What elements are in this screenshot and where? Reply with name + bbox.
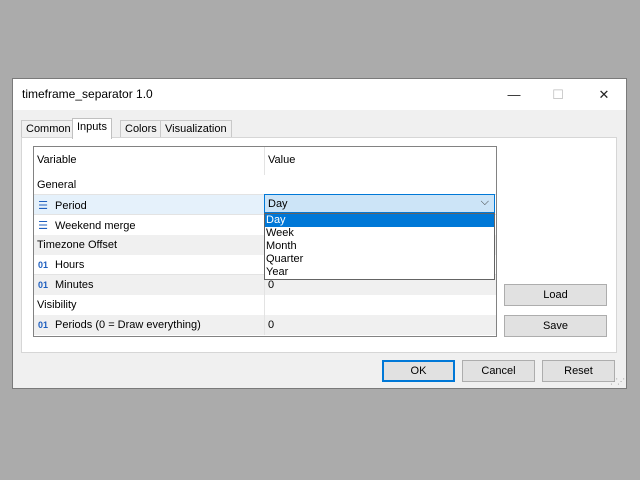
- value-cell: [264, 295, 496, 315]
- dropdown-option-day[interactable]: Day: [265, 214, 494, 227]
- variable-cell: 01 Periods (0 = Draw everything): [34, 315, 264, 335]
- column-header-variable[interactable]: Variable: [34, 147, 264, 175]
- variable-label: Periods (0 = Draw everything): [55, 319, 201, 331]
- chevron-down-icon[interactable]: ⌵: [481, 196, 489, 209]
- dropdown-option-year[interactable]: Year: [265, 266, 494, 279]
- variable-cell: ☰ Weekend merge: [34, 215, 264, 235]
- maximize-button[interactable]: ☐: [535, 79, 581, 110]
- cancel-button[interactable]: Cancel: [462, 360, 535, 382]
- window-title: timeframe_separator 1.0: [22, 87, 153, 101]
- int-icon: 01: [37, 260, 48, 270]
- dropdown-option-quarter[interactable]: Quarter: [265, 253, 494, 266]
- dropdown-option-week[interactable]: Week: [265, 227, 494, 240]
- minimize-button[interactable]: —: [491, 79, 537, 110]
- variable-label: Hours: [55, 259, 85, 271]
- section-label: General: [37, 179, 77, 191]
- table-row-periods[interactable]: 01 Periods (0 = Draw everything) 0: [34, 315, 496, 335]
- reset-button[interactable]: Reset: [542, 360, 615, 382]
- close-button[interactable]: ✕: [581, 79, 627, 110]
- variable-cell: 01 Hours: [34, 255, 264, 275]
- tab-visualization[interactable]: Visualization: [160, 120, 232, 138]
- variable-cell: 01 Minutes: [34, 275, 264, 295]
- load-button[interactable]: Load: [504, 284, 607, 306]
- period-selected-value: Day: [268, 198, 288, 210]
- int-icon: 01: [37, 280, 48, 290]
- column-header-value[interactable]: Value: [264, 147, 496, 175]
- section-row-visibility: Visibility: [34, 295, 496, 315]
- section-label: Timezone Offset: [37, 239, 118, 251]
- enum-icon: ☰: [38, 220, 48, 232]
- grid-header: Variable Value: [34, 147, 496, 175]
- int-icon: 01: [37, 320, 48, 330]
- resize-grip-icon[interactable]: ⋰⋰: [610, 377, 625, 386]
- save-button[interactable]: Save: [504, 315, 607, 337]
- variable-label: Period: [55, 200, 87, 212]
- period-select[interactable]: Day ⌵: [264, 194, 495, 213]
- variable-label: Minutes: [55, 279, 94, 291]
- tab-colors[interactable]: Colors: [120, 120, 162, 138]
- title-bar[interactable]: timeframe_separator 1.0 — ☐ ✕: [13, 79, 626, 110]
- tab-inputs[interactable]: Inputs: [72, 118, 112, 139]
- variable-cell: ☰ Period: [34, 195, 264, 215]
- dialog-window: timeframe_separator 1.0 — ☐ ✕ Common Inp…: [12, 78, 627, 389]
- section-label: Visibility: [37, 299, 77, 311]
- dropdown-option-month[interactable]: Month: [265, 240, 494, 253]
- variable-label: Weekend merge: [55, 220, 136, 232]
- section-row-general: General: [34, 175, 496, 195]
- period-dropdown-list: Day Week Month Quarter Year: [264, 213, 495, 280]
- value-cell[interactable]: 0: [264, 315, 496, 335]
- enum-icon: ☰: [38, 200, 48, 212]
- ok-button[interactable]: OK: [382, 360, 455, 382]
- tab-common[interactable]: Common: [21, 120, 76, 138]
